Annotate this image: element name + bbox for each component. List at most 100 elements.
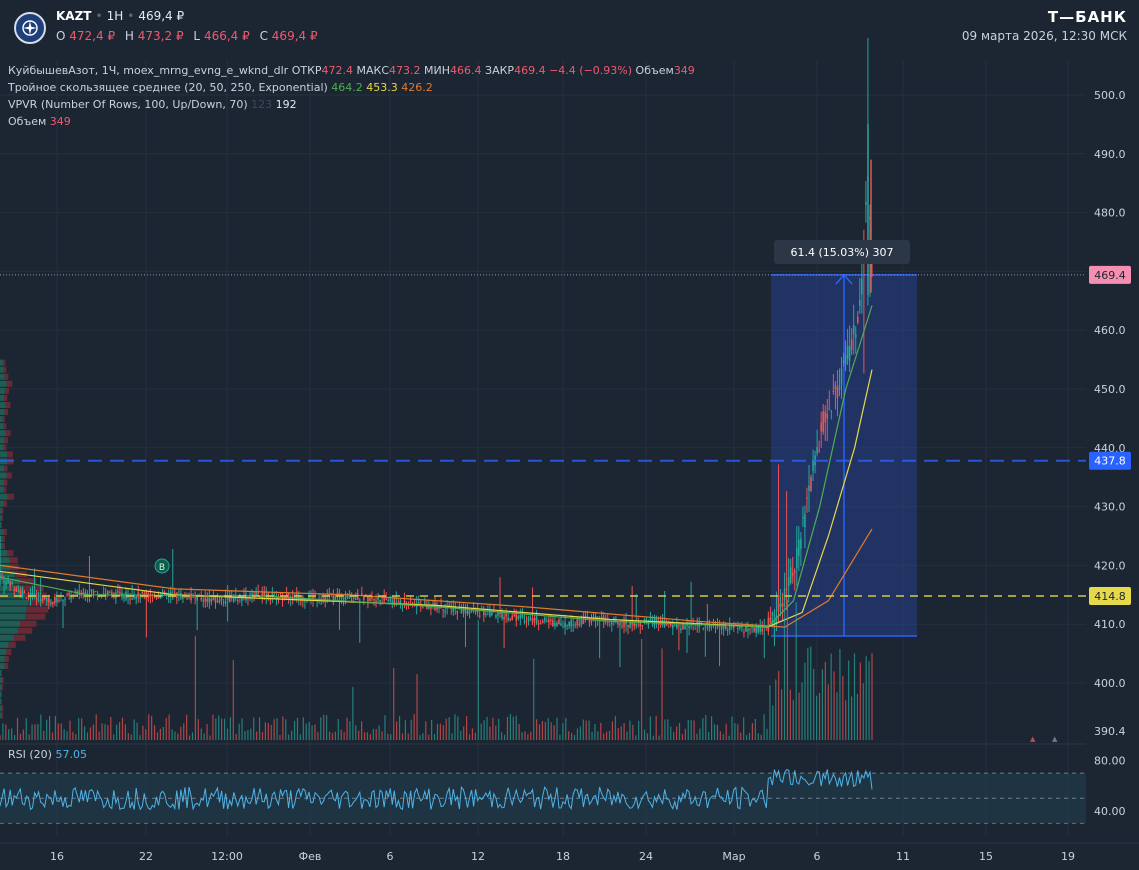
vpvr-bar-down [4,373,9,380]
volume-bar [641,638,643,740]
ema250-line [0,528,873,628]
vpvr-bar-down [2,543,6,550]
price-tick-label: 420.0 [1094,559,1126,572]
price-chart[interactable]: 61.4 (15.03%) 307B500.0490.0480.0470.046… [0,0,1139,870]
candle-body [684,625,686,630]
volume-bar [78,718,80,740]
candle-body [657,623,660,625]
volume-bar [573,734,576,740]
volume-bar [349,721,351,740]
volume-bar [40,714,42,740]
vpvr-bar-up [0,401,6,408]
vpvr-bar-down [7,493,14,500]
vpvr-bar-up [0,451,8,458]
ema250-value: 426.2 [401,81,433,94]
ema20-value: 464.2 [331,81,363,94]
candle-body [354,597,357,600]
volume-bar [512,716,514,740]
volume-bar [378,725,380,740]
volume-bar [0,735,1,740]
volume-bar [346,717,348,740]
volume-bar [145,729,147,740]
volume-bar [821,669,824,740]
candle-body [806,497,808,499]
candle-body [678,625,680,627]
candle-body [33,593,36,595]
volume-bar [556,717,558,740]
volume-bar [308,722,310,740]
volume-bar [256,731,258,740]
volume-bar [200,728,202,740]
rsi-legend-value: 57.05 [55,748,87,761]
candle-body [771,613,774,616]
vpvr-bar-down [5,401,11,408]
vpvr-bar-down [20,620,37,627]
vpvr-bar-down [3,444,7,451]
volume-bar [804,662,806,740]
volume-bar [600,722,602,740]
volume-bar [226,728,229,740]
candle-body [574,624,577,626]
candle-body [202,600,205,602]
candle-body [186,597,188,599]
volume-bar [606,731,608,740]
volume-bar [337,718,339,740]
volume-bar [652,735,654,740]
candle-body [322,597,324,599]
legend-series[interactable]: КуйбышевАзот, 1Ч, moex_mrng_evng_e_wknd_… [8,64,695,77]
volume-bar [34,724,36,740]
volume-bar [396,721,398,740]
volume-bar [206,724,208,740]
legend-vpvr[interactable]: VPVR (Number Of Rows, 100, Up/Down, 70) … [8,98,297,111]
vpvr-bar-down [17,627,33,634]
candle-body [369,597,371,601]
candle-body [62,600,64,602]
volume-bar [340,729,342,740]
candle-body [222,601,225,603]
volume-bar [124,724,127,740]
volume-bar [107,725,109,740]
high-label: МАКС [356,64,390,77]
legend-rsi[interactable]: RSI (20) 57.05 [8,748,87,761]
candle-body [491,612,493,616]
legend-ema[interactable]: Тройное скользящее среднее (20, 50, 250,… [8,81,433,94]
vpvr-bar-up [0,430,6,437]
legend-volume[interactable]: Объем 349 [8,115,71,128]
candle-body [182,597,184,599]
volume-bar [223,718,226,740]
candle-body [688,625,690,629]
volume-bar [299,734,301,740]
volume-bar [241,718,243,740]
candle-body [568,622,570,627]
candle-body [47,597,50,603]
candle-body [35,597,38,601]
vpvr-bar-down [1,705,4,712]
candle-body [468,610,471,614]
vpvr-bar-up [0,408,5,416]
volume-bar [31,724,33,740]
volume-bar [495,725,497,740]
volume-bar [751,723,754,740]
volume-bar [489,726,491,740]
ema50-line [0,369,873,628]
candle-body [39,599,42,602]
candle-body [135,595,137,599]
vpvr-bar-up [0,599,29,606]
volume-bar [786,599,789,740]
volume-bar [451,733,453,740]
volume-bar [270,725,272,740]
candle-body [52,601,54,605]
candle-body [545,620,548,622]
volume-bar [116,724,118,740]
volume-bar [603,733,605,740]
candle-body [19,589,22,595]
candle-body [332,594,335,600]
volume-bar [477,619,479,740]
volume-bar [853,653,856,740]
volume-bar [708,732,710,740]
vpvr-bar-down [3,500,7,507]
volume-bar [579,726,581,740]
candle-body [214,596,217,603]
candle-body [779,603,782,607]
volume-bar [801,682,803,740]
